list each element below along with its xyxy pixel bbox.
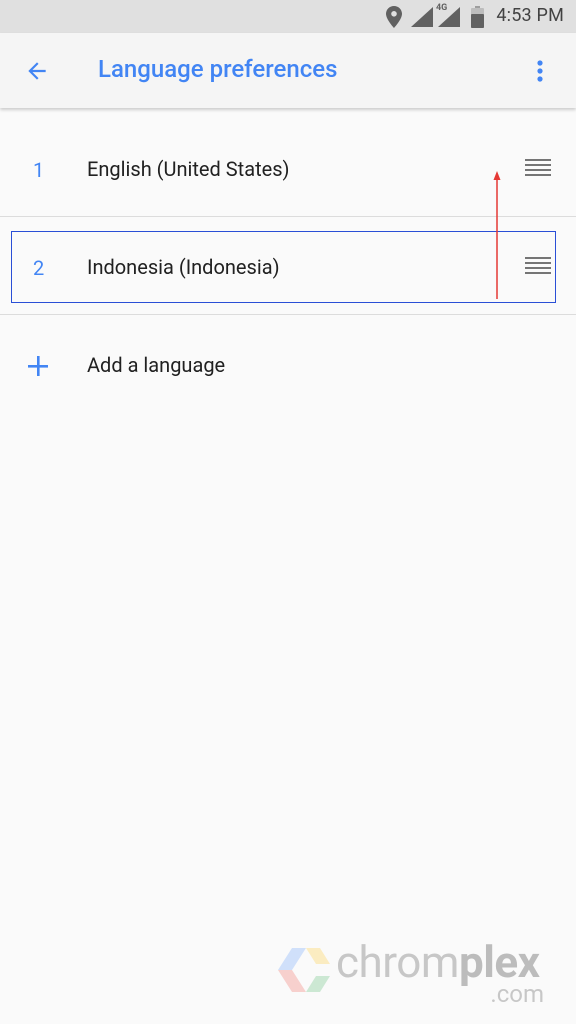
signal-4g-icon (438, 7, 460, 27)
language-name: English (United States) (87, 157, 290, 181)
watermark: chromplex .com (276, 938, 566, 1008)
watermark-brand: chromplex (336, 936, 540, 988)
back-button[interactable] (13, 47, 61, 95)
chromplex-logo-icon (278, 948, 330, 992)
page-title: Language preferences (98, 55, 338, 83)
status-time: 4:53 PM (496, 5, 564, 26)
watermark-brand-light: chrom (336, 936, 459, 988)
more-vert-icon (537, 60, 543, 82)
drag-handle-icon[interactable] (522, 156, 554, 180)
arrow-back-icon (28, 62, 46, 80)
add-language-button[interactable]: Add a language (0, 320, 576, 412)
location-icon (386, 6, 402, 28)
selection-highlight (11, 231, 556, 303)
watermark-domain: .com (490, 980, 544, 1008)
battery-icon (471, 6, 484, 28)
signal-icon (411, 7, 433, 27)
list-divider (0, 216, 576, 217)
plus-icon (28, 356, 48, 376)
language-item[interactable]: 1 English (United States) (0, 120, 576, 216)
add-language-label: Add a language (87, 353, 226, 377)
list-divider (0, 314, 576, 315)
language-rank: 1 (33, 158, 45, 182)
more-options-button[interactable] (516, 47, 564, 95)
status-bar: 4G 4:53 PM (0, 0, 576, 33)
app-bar: Language preferences (0, 33, 576, 108)
